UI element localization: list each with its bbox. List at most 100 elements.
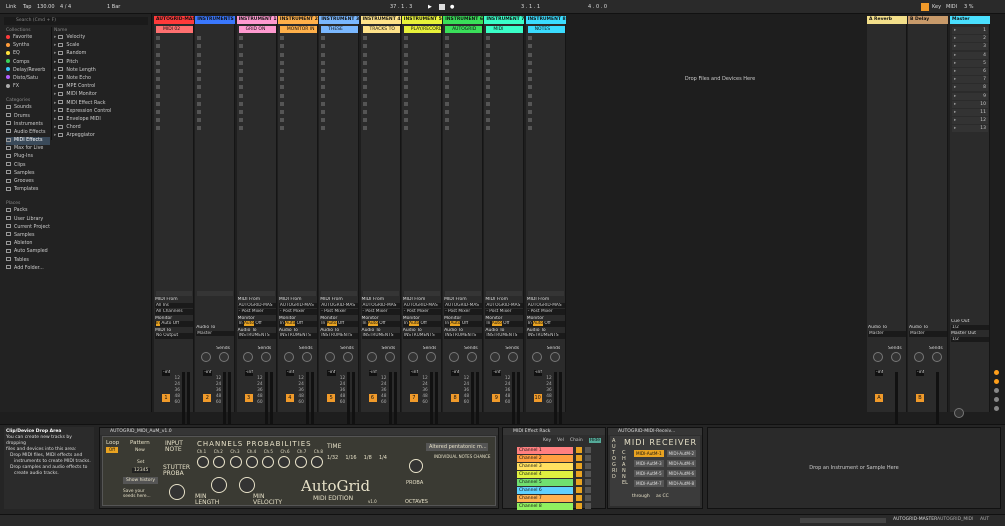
clip-stop-button[interactable]	[279, 60, 284, 65]
monitor-selector[interactable]: In Auto Off	[237, 321, 276, 327]
clip-stop-button[interactable]	[362, 110, 367, 114]
rack-chain[interactable]: Channel 7	[517, 495, 573, 502]
clip-stop-button[interactable]	[197, 118, 202, 123]
track-header[interactable]: INSTRUMENTS	[195, 16, 236, 24]
track-header[interactable]: INSTRUMENT 3	[319, 16, 360, 24]
send-a-knob[interactable]	[490, 352, 501, 362]
send-b-knob[interactable]	[508, 352, 519, 362]
scene-launch[interactable]: ▸ 8	[952, 84, 988, 92]
browser-item[interactable]: ▸ Expression Control	[54, 108, 149, 116]
clip-stop-button[interactable]	[486, 69, 491, 73]
set-button[interactable]: Set	[137, 460, 144, 465]
show-history-button[interactable]: Show history	[123, 477, 159, 484]
category-item-instruments[interactable]: Instruments	[6, 121, 50, 129]
send-a-knob[interactable]	[449, 352, 460, 362]
circle-toggle-icon[interactable]	[994, 397, 999, 402]
browser-item[interactable]: ▸ Velocity	[54, 34, 149, 42]
browser-item[interactable]: ▸ Scale	[54, 42, 149, 50]
scale-dropdown[interactable]: Altered pentatonic m...	[426, 443, 488, 451]
track-activator[interactable]: 8	[451, 394, 460, 402]
clip-stop-button[interactable]	[486, 60, 491, 65]
category-item-clips[interactable]: Clips	[6, 162, 50, 170]
category-item-grooves[interactable]: Grooves	[6, 178, 50, 186]
clip-stop-button[interactable]	[197, 77, 202, 82]
clip-stop-button[interactable]	[362, 52, 367, 57]
receiver-channel-button[interactable]: MIDI-AutM-5	[634, 470, 664, 477]
send-b-knob[interactable]	[260, 352, 271, 362]
midi-from-select[interactable]: AUTOGRID-MAS	[320, 302, 359, 308]
clip-stop-button[interactable]	[445, 44, 450, 49]
tempo-field[interactable]: 130.00	[37, 3, 55, 11]
clip-stop-button[interactable]	[527, 118, 532, 123]
collection-item[interactable]: EQ	[6, 50, 50, 58]
clip-stop-button[interactable]	[527, 77, 532, 82]
volume-fader[interactable]	[388, 372, 392, 426]
clip-stop-button[interactable]	[197, 60, 202, 65]
midi-channel-select[interactable]: - Post Mixer	[444, 309, 483, 315]
key-map-toggle[interactable]	[921, 3, 929, 11]
track-header[interactable]: INSTRUMENT 4	[360, 16, 401, 24]
monitor-in[interactable]: In	[239, 321, 243, 326]
clip-stop-button[interactable]	[486, 36, 491, 41]
record-icon[interactable]: ●	[450, 3, 454, 11]
monitor-auto[interactable]: Auto	[285, 321, 296, 326]
monitor-selector[interactable]: In Auto Off	[526, 321, 565, 327]
chain-activator-icon[interactable]	[576, 455, 582, 461]
clip-stop-button[interactable]	[445, 85, 450, 90]
receiver-channel-button[interactable]: MIDI-AutM-7	[634, 480, 664, 487]
send-a-knob[interactable]	[242, 352, 253, 362]
midi-channel-select[interactable]: - Post Mixer	[526, 309, 565, 315]
clip-stop-button[interactable]	[362, 44, 367, 49]
clip-stop-button[interactable]	[156, 101, 160, 106]
clip-stop-button[interactable]	[197, 69, 202, 73]
chain-solo-icon[interactable]	[585, 487, 591, 493]
volume-fader[interactable]	[264, 372, 268, 426]
stop-icon[interactable]	[439, 4, 445, 10]
clip-stop-button[interactable]	[486, 77, 491, 82]
clip-stop-button[interactable]	[403, 77, 408, 82]
clip-stop-button[interactable]	[279, 93, 284, 98]
category-item-audio-effects[interactable]: Audio Effects	[6, 129, 50, 137]
volume-fader[interactable]	[305, 372, 309, 426]
monitor-in[interactable]: In	[445, 321, 449, 326]
clip-slot-1[interactable]: MIDI 02	[156, 26, 193, 33]
clip-stop-button[interactable]	[321, 93, 326, 98]
clip-stop-button[interactable]	[527, 44, 532, 49]
rack-chain[interactable]: Channel 6	[517, 487, 573, 494]
browser-item[interactable]: ▸ MPE Control	[54, 83, 149, 91]
clip-stop-button[interactable]	[527, 69, 532, 73]
scene-launch[interactable]: ▸ 3	[952, 43, 988, 51]
track-header[interactable]: INSTRUMENT 8	[525, 16, 566, 24]
collection-item[interactable]: Comps	[6, 59, 50, 67]
channel-prob-knob[interactable]	[213, 456, 226, 468]
rack-key-tab[interactable]: Key	[543, 438, 551, 443]
clip-stop-button[interactable]	[156, 36, 160, 41]
clip-stop-button[interactable]	[156, 52, 160, 57]
clip-stop-button[interactable]	[238, 36, 243, 41]
stutter-proba-knob[interactable]	[169, 484, 185, 500]
rack-hide-tab[interactable]: Hide	[588, 438, 602, 443]
clip-stop-button[interactable]	[362, 36, 367, 41]
monitor-auto[interactable]: Auto	[326, 321, 337, 326]
clip-stop-button[interactable]	[279, 118, 284, 123]
track-header[interactable]: INSTRUMENT 7	[484, 16, 525, 24]
chain-activator-icon[interactable]	[576, 479, 582, 485]
browser-item[interactable]: ▸ Pitch	[54, 59, 149, 67]
clip-stop-button[interactable]	[279, 52, 284, 57]
category-item-templates[interactable]: Templates	[6, 186, 50, 194]
volume-fader[interactable]	[895, 372, 898, 426]
monitor-off[interactable]: Off	[255, 321, 261, 326]
chain-activator-icon[interactable]	[576, 471, 582, 477]
clip-stop-button[interactable]	[321, 36, 326, 41]
monitor-auto[interactable]: Auto	[491, 321, 502, 326]
category-item-max-for-live[interactable]: Max for Live	[6, 145, 50, 153]
clip-stop-button[interactable]	[197, 44, 202, 49]
return-activator[interactable]: B	[916, 394, 924, 402]
output-select[interactable]: INSTRUMENTS	[402, 333, 441, 339]
track-activator[interactable]: 2	[203, 394, 212, 402]
monitor-off[interactable]: Off	[379, 321, 385, 326]
clip-stop-button[interactable]	[403, 126, 408, 131]
send-a-knob[interactable]	[914, 352, 924, 362]
audio-to-select[interactable]: Master	[196, 330, 235, 336]
output-select[interactable]: INSTRUMENTS	[444, 333, 483, 339]
